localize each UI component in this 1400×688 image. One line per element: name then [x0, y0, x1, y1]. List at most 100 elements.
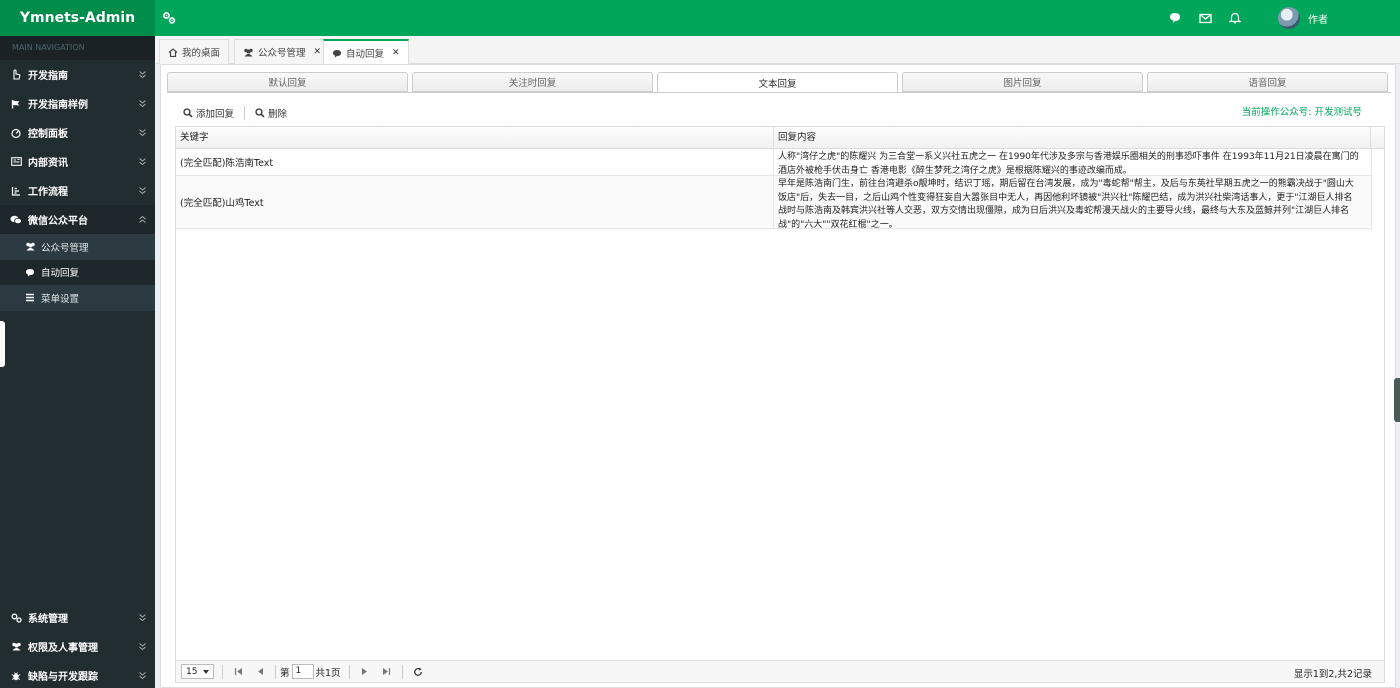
table-row[interactable]: (完全匹配)山鸡Text 早年是陈浩南门生，前往台湾避杀o靓坤时，结识丁瑶，期后… — [176, 176, 1372, 230]
last-page-icon[interactable] — [376, 667, 398, 676]
dashboard-icon — [10, 128, 22, 138]
sidebar-bottom-nav: 系统管理 权限及人事管理 缺陷与开发跟踪 — [0, 603, 155, 688]
sidebar-item-label: 开发指南样例 — [28, 100, 88, 111]
comments-icon[interactable] — [1160, 0, 1190, 36]
chevron-down-icon — [138, 186, 147, 198]
toolbar-divider — [244, 106, 246, 120]
sidebar-collapse-handle[interactable] — [0, 321, 5, 367]
tab-voice-reply[interactable]: 语音回复 — [1147, 72, 1388, 92]
tab-image-reply[interactable]: 图片回复 — [902, 72, 1143, 92]
sidebar-item-label: 微信公众平台 — [28, 216, 88, 227]
sidebar-item-label: 权限及人事管理 — [28, 643, 98, 654]
page-total: 共1页 — [315, 667, 341, 679]
content-cell: 早年是陈浩南门生，前往台湾避杀o靓坤时，结识丁瑶，期后留在台湾发展，成为"毒蛇帮… — [774, 176, 1372, 230]
current-account-label: 当前操作公众号: 开发测试号 — [1241, 107, 1362, 118]
scroll-handle[interactable] — [1394, 378, 1400, 422]
page-number-input[interactable]: 1 — [291, 664, 314, 679]
sidebar-item-label: 菜单设置 — [41, 293, 80, 305]
sidebar-item-label: 缺陷与开发跟踪 — [28, 672, 98, 683]
sidebar-item-label: 控制面板 — [28, 129, 68, 140]
tab-divider — [167, 92, 1391, 93]
column-header-content[interactable]: 回复内容 — [774, 127, 1371, 148]
sidebar-item-menu-settings[interactable]: 菜单设置 — [0, 285, 155, 311]
refresh-icon[interactable] — [407, 667, 429, 677]
tab-default-reply[interactable]: 默认回复 — [167, 72, 408, 92]
table-row[interactable]: (完全匹配)陈浩南Text 人称"湾仔之虎"的陈耀兴 为三合堂一系义兴社五虎之一… — [176, 149, 1372, 176]
nav-header: MAIN NAVIGATION — [0, 36, 155, 60]
home-icon — [168, 47, 178, 57]
sidebar-item-account-management[interactable]: 公众号管理 — [0, 234, 155, 260]
envelope-icon[interactable] — [1190, 0, 1220, 36]
reply-table: 关键字 回复内容 (完全匹配)陈浩南Text 人称"湾仔之虎"的陈耀兴 为三合堂… — [175, 126, 1385, 683]
page-size-select[interactable]: 15 — [181, 664, 214, 679]
cogs-icon — [10, 613, 22, 623]
tab-account-management[interactable]: 公众号管理 ✕ — [234, 39, 331, 64]
wechat-icon — [10, 215, 22, 225]
hand-icon — [10, 69, 22, 80]
list-icon — [24, 293, 36, 302]
sidebar-item-dashboard[interactable]: 控制面板 — [0, 118, 155, 147]
page-size-value: 15 — [186, 666, 198, 677]
users-icon — [243, 48, 254, 57]
chevron-down-icon — [138, 99, 147, 111]
sidebar-item-permissions-hr[interactable]: 权限及人事管理 — [0, 632, 155, 661]
close-icon[interactable]: ✕ — [314, 47, 322, 57]
sidebar-item-system-management[interactable]: 系统管理 — [0, 603, 155, 632]
toolbar: 添加回复 删除 — [183, 105, 287, 121]
tab-label: 公众号管理 — [258, 48, 306, 59]
sidebar-item-label: 开发指南 — [28, 71, 68, 82]
add-reply-label: 添加回复 — [196, 109, 235, 120]
avatar — [1278, 7, 1300, 29]
sidebar-item-bug-tracking[interactable]: 缺陷与开发跟踪 — [0, 661, 155, 688]
delete-button[interactable]: 删除 — [255, 106, 287, 120]
page-tabs: 我的桌面 公众号管理 ✕ 自动回复 ✕ — [155, 36, 1400, 65]
sidebar-item-label: 公众号管理 — [41, 242, 89, 254]
sidebar-toggle-icon[interactable] — [162, 11, 176, 25]
page-prefix: 第 — [280, 667, 290, 679]
sidebar: MAIN NAVIGATION 开发指南 开发指南样例 控制面板 内部资讯 工作… — [0, 36, 155, 688]
tab-text-reply[interactable]: 文本回复 — [657, 72, 898, 93]
search-icon — [255, 108, 265, 118]
tab-follow-reply[interactable]: 关注时回复 — [412, 72, 653, 92]
sidebar-item-wechat-platform[interactable]: 微信公众平台 — [0, 205, 155, 234]
chevron-down-icon — [138, 128, 147, 140]
sidebar-item-dev-guide-samples[interactable]: 开发指南样例 — [0, 89, 155, 118]
pagination-bar: 15 第 1 共1页 显示1到2,共2记录 — [176, 660, 1384, 682]
chevron-down-icon — [138, 157, 147, 169]
sidebar-item-label: 工作流程 — [28, 187, 68, 198]
app-logo[interactable]: Ymnets-Admin — [0, 0, 155, 36]
keyword-cell: (完全匹配)陈浩南Text — [176, 149, 774, 175]
add-reply-button[interactable]: 添加回复 — [183, 106, 234, 120]
user-menu[interactable]: 作者 — [1278, 7, 1328, 29]
tab-my-desktop[interactable]: 我的桌面 — [159, 39, 230, 64]
sidebar-item-workflow[interactable]: 工作流程 — [0, 176, 155, 205]
chevron-up-icon — [138, 215, 147, 227]
pager-divider — [275, 664, 276, 679]
column-header-keyword[interactable]: 关键字 — [176, 127, 774, 148]
sidebar-item-auto-reply[interactable]: 自动回复 — [0, 259, 155, 285]
top-header: Ymnets-Admin 作者 — [0, 0, 1400, 36]
header-actions: 作者 — [1160, 0, 1400, 36]
chevron-down-icon — [138, 613, 147, 625]
sidebar-item-internal-news[interactable]: 内部资讯 — [0, 147, 155, 176]
caret-down-icon — [203, 667, 209, 677]
tab-auto-reply[interactable]: 自动回复 ✕ — [323, 39, 409, 65]
bug-icon — [10, 671, 22, 681]
first-page-icon[interactable] — [227, 667, 249, 676]
pagination-info: 显示1到2,共2记录 — [1293, 669, 1372, 680]
chevron-down-icon — [138, 671, 147, 683]
pager-divider — [222, 664, 223, 679]
newspaper-icon — [10, 157, 22, 166]
prev-page-icon[interactable] — [249, 667, 271, 676]
bell-icon[interactable] — [1220, 0, 1250, 36]
table-header: 关键字 回复内容 — [176, 127, 1384, 149]
content-cell: 人称"湾仔之虎"的陈耀兴 为三合堂一系义兴社五虎之一 在1990年代涉及多宗与香… — [774, 149, 1372, 176]
users-icon — [24, 242, 36, 251]
sidebar-item-dev-guide[interactable]: 开发指南 — [0, 60, 155, 89]
pager-divider — [348, 664, 350, 679]
close-icon[interactable]: ✕ — [392, 48, 400, 58]
users-icon — [10, 642, 22, 651]
tab-label: 自动回复 — [346, 49, 385, 60]
reply-type-tabs: 默认回复 关注时回复 文本回复 图片回复 语音回复 — [167, 72, 1391, 93]
next-page-icon[interactable] — [354, 667, 376, 676]
